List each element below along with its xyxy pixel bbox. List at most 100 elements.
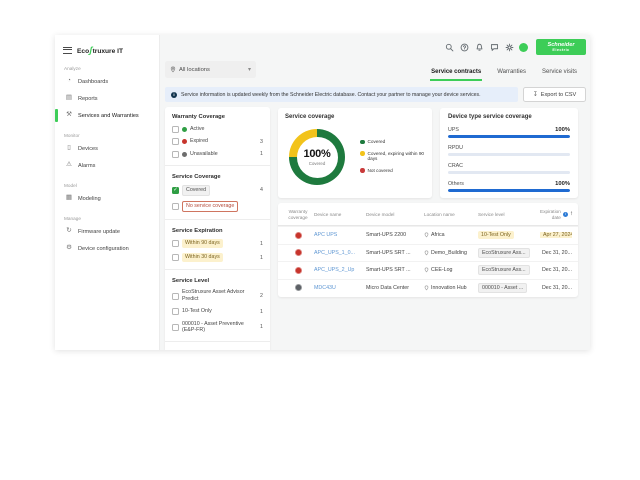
filter-option[interactable]: 10-Test Only 1 bbox=[172, 308, 263, 315]
info-icon[interactable] bbox=[563, 212, 568, 217]
help-icon[interactable] bbox=[459, 42, 469, 52]
chart-legend: Covered Covered, expiring within 90 days… bbox=[360, 139, 427, 174]
bar-label: CRAC bbox=[448, 163, 463, 169]
filter-option-label: Active bbox=[190, 126, 204, 133]
service-level-chip: 10-Test Only bbox=[478, 231, 514, 239]
user-avatar[interactable] bbox=[519, 43, 528, 52]
filter-option[interactable]: No service coverage bbox=[172, 201, 263, 212]
sidebar-entry: Manage bbox=[55, 216, 159, 221]
warranty-status-icon bbox=[295, 232, 302, 239]
feedback-icon[interactable] bbox=[489, 42, 499, 52]
checkbox[interactable] bbox=[172, 240, 179, 247]
settings-icon[interactable] bbox=[504, 42, 514, 52]
sidebar-entry[interactable]: ↻ Firmware update bbox=[55, 223, 159, 240]
bar-track bbox=[448, 171, 570, 175]
checkbox[interactable] bbox=[172, 203, 179, 210]
filter-panel: Warranty Coverage Active Expired 3 Unava… bbox=[165, 107, 270, 350]
location-cell: CEE-Log bbox=[424, 267, 476, 273]
sidebar-entry[interactable]: ⚒ Services and Warranties bbox=[55, 107, 159, 124]
checkbox[interactable] bbox=[172, 254, 179, 261]
filter-option[interactable]: Active bbox=[172, 126, 263, 133]
dashboards-icon: ◔ bbox=[65, 78, 73, 85]
table-row[interactable]: APC UPS Smart-UPS 2200 Africa 10-Test On… bbox=[278, 226, 578, 244]
filter-option-count: 1 bbox=[258, 255, 263, 261]
topbar bbox=[444, 42, 528, 52]
divider bbox=[165, 341, 270, 342]
filter-option[interactable]: Covered 4 bbox=[172, 185, 263, 196]
ecostruxure-logo: Ecoʃtruxure IT bbox=[77, 45, 123, 55]
filter-option[interactable]: Unavailable 1 bbox=[172, 151, 263, 158]
modeling-icon: ▦ bbox=[65, 195, 73, 202]
table-row[interactable]: APC_UPS_2_Up Smart-UPS SRT ... CEE-Log E… bbox=[278, 261, 578, 279]
filter-option-count: 1 bbox=[258, 309, 263, 315]
table-row[interactable]: MDC43U Micro Data Center Innovation Hub … bbox=[278, 279, 578, 297]
service-level-cell: EcoStruxure Ass... bbox=[478, 265, 538, 275]
bar-value: 100% bbox=[555, 127, 570, 133]
device-name-link[interactable]: MDC43U bbox=[314, 285, 364, 291]
location-filter[interactable]: All locations bbox=[165, 61, 256, 78]
device-name-link[interactable]: APC_UPS_1_0... bbox=[314, 250, 364, 256]
device-type-coverage-card: Device type service coverage UPS 100% RP… bbox=[440, 108, 578, 198]
legend-dot-icon bbox=[360, 168, 365, 173]
divider bbox=[165, 165, 270, 166]
export-csv-button[interactable]: Export to CSV bbox=[523, 87, 586, 102]
checkbox[interactable] bbox=[172, 126, 179, 133]
checkbox[interactable] bbox=[172, 151, 179, 158]
sidebar-entry[interactable]: ◔ Dashboards bbox=[55, 73, 159, 90]
tab[interactable]: Service visits bbox=[541, 66, 578, 81]
bar-label: RPDU bbox=[448, 145, 463, 151]
notifications-icon[interactable] bbox=[474, 42, 484, 52]
service-level-chip: EcoStruxure Ass... bbox=[478, 248, 530, 258]
checkbox[interactable] bbox=[172, 293, 179, 300]
bar-row: CRAC bbox=[448, 163, 570, 175]
bar-track bbox=[448, 189, 570, 193]
sidebar-entry: Model bbox=[55, 183, 159, 188]
service-level-cell: 000010 - Asset ... bbox=[478, 283, 538, 293]
location-cell: Innovation Hub bbox=[424, 285, 476, 291]
tab[interactable]: Service contracts bbox=[430, 66, 482, 81]
filter-option[interactable]: 000010 - Asset Preventive (E&P-FR) 1 bbox=[172, 321, 263, 334]
location-pin-icon bbox=[424, 232, 429, 238]
sidebar-entry: Monitor bbox=[55, 133, 159, 138]
info-banner-text: Service information is updated weekly fr… bbox=[181, 92, 481, 98]
filter-option-label: Covered bbox=[182, 185, 210, 196]
warranty-status-icon bbox=[295, 267, 302, 274]
sidebar-entry[interactable]: ▦ Modeling bbox=[55, 190, 159, 207]
sidebar-nav: Analyze ◔ Dashboards ▤ Reports ⚒ Service… bbox=[55, 66, 159, 257]
checkbox[interactable] bbox=[172, 187, 179, 194]
checkbox[interactable] bbox=[172, 324, 179, 331]
menu-icon[interactable] bbox=[63, 47, 72, 54]
bar-value: 100% bbox=[555, 181, 570, 187]
expiration-cell: Dec 31, 20... bbox=[540, 285, 572, 291]
filter-option[interactable]: Expired 3 bbox=[172, 138, 263, 145]
sidebar-entry[interactable]: ▯ Devices bbox=[55, 140, 159, 157]
device-name-link[interactable]: APC UPS bbox=[314, 232, 364, 238]
filter-option[interactable]: Within 30 days 1 bbox=[172, 253, 263, 262]
expiration-cell: Dec 31, 20... bbox=[540, 267, 572, 273]
coverage-percentage: 100% bbox=[304, 148, 331, 160]
filter-option[interactable]: EcoStruxure Asset Advisor Predict 2 bbox=[172, 289, 263, 302]
expiration-value: Dec 31, 20... bbox=[542, 250, 572, 256]
bar-label: Others bbox=[448, 181, 464, 187]
location-filter-label: All locations bbox=[179, 67, 210, 73]
legend-item: Covered bbox=[360, 139, 427, 145]
sidebar-entry[interactable]: ⚠ Alarms bbox=[55, 157, 159, 174]
expiration-value: Apr 27, 2024 bbox=[540, 232, 572, 238]
sidebar-entry[interactable]: ⚙ Device configuration bbox=[55, 240, 159, 257]
services-warranties-icon: ⚒ bbox=[65, 112, 73, 119]
reports-icon: ▤ bbox=[65, 95, 73, 102]
search-icon[interactable] bbox=[444, 42, 454, 52]
filter-section-title: Warranty Coverage bbox=[172, 114, 263, 120]
table-row[interactable]: APC_UPS_1_0... Smart-UPS SRT ... Demo_Bu… bbox=[278, 244, 578, 262]
sidebar-entry[interactable]: ▤ Reports bbox=[55, 90, 159, 107]
devices-icon: ▯ bbox=[65, 145, 73, 152]
tab[interactable]: Warranties bbox=[496, 66, 527, 81]
checkbox[interactable] bbox=[172, 308, 179, 315]
info-banner: Service information is updated weekly fr… bbox=[165, 87, 518, 102]
checkbox[interactable] bbox=[172, 138, 179, 145]
filter-option[interactable]: Within 90 days 1 bbox=[172, 239, 263, 248]
device-model-cell: Smart-UPS SRT ... bbox=[366, 250, 422, 256]
device-name-link[interactable]: APC_UPS_2_Up bbox=[314, 267, 364, 273]
sort-ascending-icon[interactable] bbox=[570, 211, 573, 218]
download-icon bbox=[533, 91, 538, 98]
